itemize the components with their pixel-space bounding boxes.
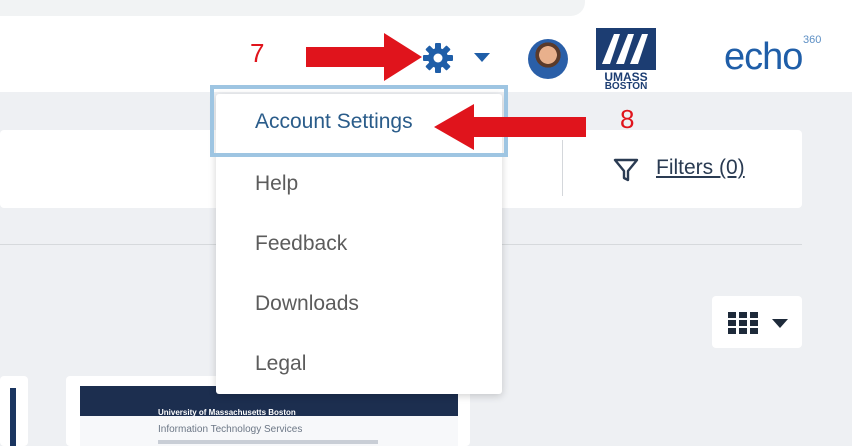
thumbnail-nav [158, 440, 378, 444]
umass-emblem-icon [596, 28, 656, 70]
annotation-arrow-8 [434, 104, 586, 150]
menu-item-feedback[interactable]: Feedback [216, 218, 502, 270]
gear-icon[interactable] [420, 40, 456, 76]
address-bar[interactable] [0, 0, 585, 16]
annotation-arrow-7 [306, 33, 422, 81]
filter-icon[interactable] [612, 156, 640, 184]
thumbnail-title: University of Massachusetts Boston [158, 408, 296, 417]
media-thumbnail [10, 388, 16, 446]
chevron-down-icon[interactable] [474, 53, 490, 63]
menu-item-legal[interactable]: Legal [216, 338, 502, 390]
annotation-step-8: 8 [620, 104, 635, 134]
university-logo: UMASS BOSTON [592, 26, 660, 92]
media-thumbnail: University of Massachusetts Boston Infor… [80, 386, 458, 446]
filters-link[interactable]: Filters (0) [656, 156, 745, 180]
view-toggle-button[interactable] [712, 296, 802, 348]
menu-item-help[interactable]: Help [216, 158, 502, 210]
browser-chrome [0, 0, 852, 22]
chevron-down-icon [772, 319, 788, 328]
annotation-step-7: 7 [250, 38, 265, 68]
menu-item-downloads[interactable]: Downloads [216, 278, 502, 330]
university-logo-line2: BOSTON [604, 81, 648, 92]
grid-view-icon [728, 312, 758, 334]
avatar[interactable] [528, 39, 568, 79]
echo360-logo-superscript: 360 [803, 34, 822, 46]
echo360-logo: echo [724, 36, 803, 78]
thumbnail-heading: Information Technology Services [158, 424, 303, 435]
media-card[interactable] [0, 376, 28, 446]
